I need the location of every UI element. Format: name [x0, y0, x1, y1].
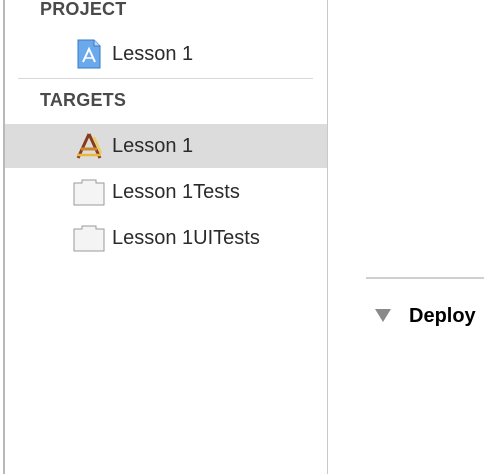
sidebar-item-project[interactable]: Lesson 1 [5, 32, 327, 76]
target-label: Lesson 1 [112, 134, 194, 157]
app-target-icon [73, 130, 105, 162]
xcodeproj-icon [73, 38, 105, 70]
disclosure-triangle-icon[interactable] [375, 309, 391, 322]
sidebar-item-target-lesson-1-tests[interactable]: Lesson 1Tests [5, 170, 327, 214]
project-targets-sidebar: PROJECT Lesson 1 TARGETS Lesson 1 Lesson… [5, 0, 328, 474]
targets-section-header: TARGETS [40, 90, 127, 110]
test-bundle-icon [73, 176, 105, 208]
xcode-project-editor: PROJECT Lesson 1 TARGETS Lesson 1 Lesson… [0, 0, 484, 474]
target-label: Lesson 1UITests [112, 226, 260, 249]
sidebar-item-target-lesson-1-uitests[interactable]: Lesson 1UITests [5, 216, 327, 260]
test-bundle-icon [73, 222, 105, 254]
sidebar-divider [18, 78, 313, 79]
deployment-section-title[interactable]: Deploy [409, 305, 476, 328]
section-divider [366, 277, 484, 279]
sidebar-item-target-lesson-1[interactable]: Lesson 1 [5, 124, 327, 168]
project-item-label: Lesson 1 [112, 42, 194, 65]
project-section-header: PROJECT [40, 0, 127, 19]
build-settings-pane: Deploy [329, 0, 484, 474]
target-label: Lesson 1Tests [112, 180, 240, 203]
